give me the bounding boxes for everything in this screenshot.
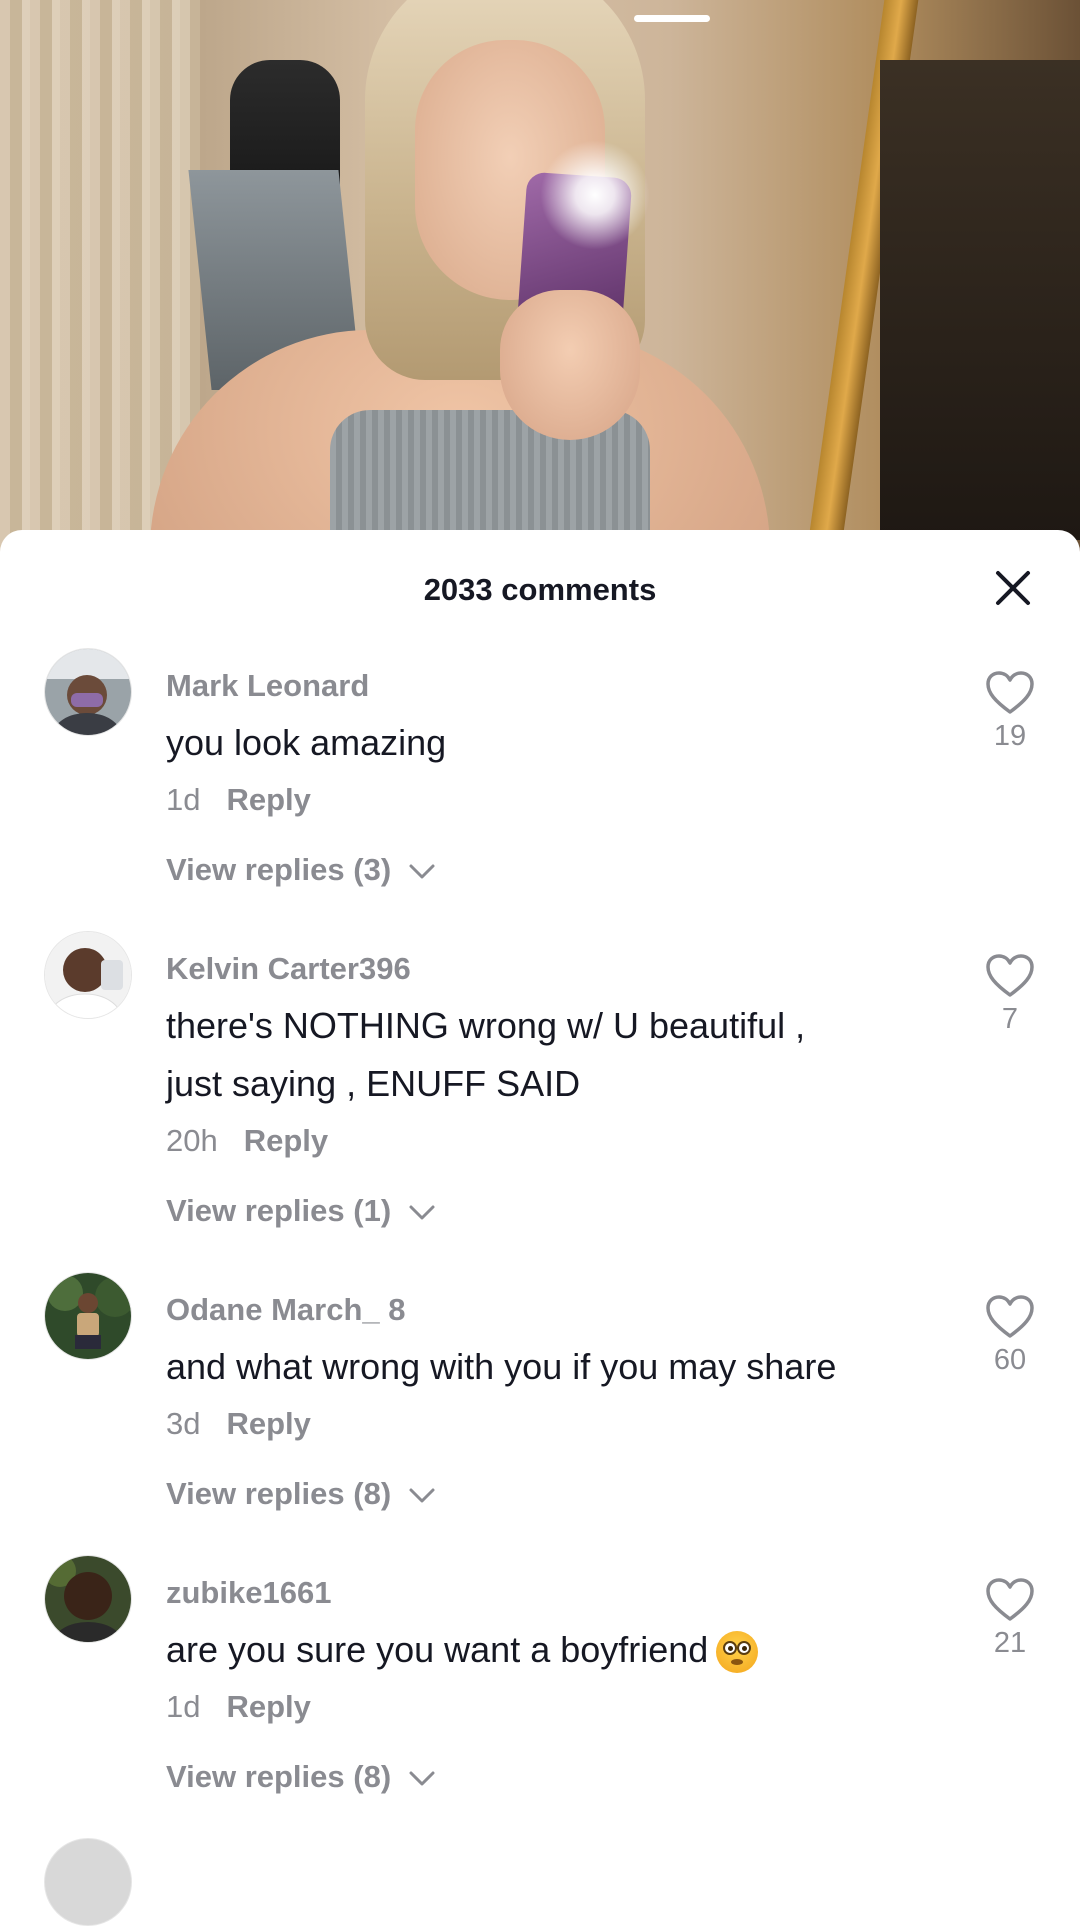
avatar-image <box>45 1273 131 1359</box>
close-icon <box>996 571 1030 605</box>
view-replies-label: View replies (3) <box>166 852 392 887</box>
heart-outline-icon <box>986 671 1034 714</box>
video-player[interactable] <box>0 0 1080 560</box>
comment-time: 1d <box>166 1689 201 1724</box>
comment-meta: 1d Reply <box>166 782 311 818</box>
like-count: 60 <box>993 1344 1027 1376</box>
reply-button[interactable]: Reply <box>226 782 310 817</box>
comment-time: 3d <box>166 1406 201 1441</box>
comment-username[interactable]: zubike1661 <box>166 1575 331 1611</box>
comment-username[interactable]: Odane March_ 8 <box>166 1292 405 1328</box>
avatar-image <box>45 1556 131 1642</box>
like-button[interactable]: 7 <box>980 953 1040 1036</box>
view-replies-button[interactable]: View replies (8) <box>166 1476 436 1512</box>
comment-time: 20h <box>166 1123 218 1158</box>
like-count: 7 <box>1001 1003 1019 1035</box>
video-flash <box>540 140 650 250</box>
avatar[interactable] <box>44 931 132 1019</box>
video-door <box>880 60 1080 540</box>
comment-text-line: there's NOTHING wrong w/ U beautiful , <box>166 1005 806 1046</box>
avatar-image <box>45 932 131 1018</box>
comment-meta: 1d Reply <box>166 1689 311 1725</box>
comment-text: there's NOTHING wrong w/ U beautiful , j… <box>166 997 926 1113</box>
comment-text: and what wrong with you if you may share <box>166 1346 837 1387</box>
like-count: 21 <box>993 1627 1027 1659</box>
close-button[interactable] <box>990 565 1036 611</box>
view-replies-button[interactable]: View replies (8) <box>166 1759 436 1795</box>
flushed-face-icon <box>716 1631 759 1674</box>
avatar[interactable] <box>44 648 132 736</box>
chevron-down-icon <box>409 864 435 879</box>
chevron-down-icon <box>409 1205 435 1220</box>
drag-handle[interactable] <box>634 15 710 22</box>
view-replies-label: View replies (8) <box>166 1759 392 1794</box>
like-button[interactable]: 21 <box>980 1577 1040 1660</box>
chevron-down-icon <box>409 1771 435 1786</box>
avatar[interactable] <box>44 1555 132 1643</box>
avatar-image <box>45 649 131 735</box>
comment-username[interactable]: Kelvin Carter396 <box>166 951 411 987</box>
comment-time: 1d <box>166 782 201 817</box>
comment-text: are you sure you want a boyfriend <box>166 1621 926 1679</box>
avatar[interactable] <box>44 1838 132 1926</box>
comment-text: you look amazing <box>166 722 447 763</box>
reply-button[interactable]: Reply <box>226 1689 310 1724</box>
like-button[interactable]: 60 <box>980 1294 1040 1377</box>
view-replies-label: View replies (1) <box>166 1193 392 1228</box>
reply-button[interactable]: Reply <box>226 1406 310 1441</box>
comment-meta: 3d Reply <box>166 1406 311 1442</box>
comments-count-title: 2033 comments <box>423 572 657 607</box>
heart-outline-icon <box>986 954 1034 997</box>
avatar[interactable] <box>44 1272 132 1360</box>
reply-button[interactable]: Reply <box>244 1123 328 1158</box>
heart-outline-icon <box>986 1295 1034 1338</box>
heart-outline-icon <box>986 1578 1034 1621</box>
view-replies-button[interactable]: View replies (3) <box>166 852 436 888</box>
chevron-down-icon <box>409 1488 435 1503</box>
like-button[interactable]: 19 <box>980 670 1040 753</box>
like-count: 19 <box>993 720 1027 752</box>
comment-username[interactable]: Mark Leonard <box>166 668 369 704</box>
view-replies-button[interactable]: View replies (1) <box>166 1193 436 1229</box>
comment-text-content: are you sure you want a boyfriend <box>166 1629 709 1670</box>
comment-meta: 20h Reply <box>166 1123 328 1159</box>
video-hand <box>500 290 640 440</box>
view-replies-label: View replies (8) <box>166 1476 392 1511</box>
comment-text-line: just saying , ENUFF SAID <box>166 1063 581 1104</box>
